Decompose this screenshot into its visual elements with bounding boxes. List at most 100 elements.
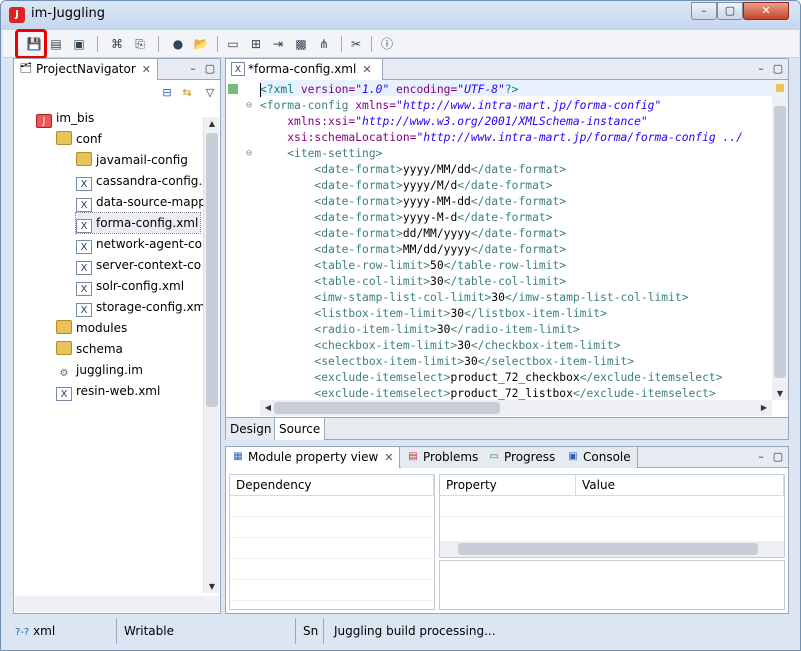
minimize-view-icon[interactable]: – bbox=[754, 450, 768, 464]
tab-forma-config[interactable]: X *forma-config.xml ✕ bbox=[226, 59, 383, 80]
code-line[interactable]: <imw-stamp-list-col-limit>30</imw-stamp-… bbox=[260, 290, 688, 306]
property-hscrollbar[interactable] bbox=[440, 541, 784, 557]
scroll-down-icon[interactable]: ▼ bbox=[204, 582, 220, 591]
tree-item[interactable]: Jim_bis bbox=[36, 108, 94, 128]
tab-project-navigator[interactable]: 🗂 ProjectNavigator ✕ bbox=[14, 59, 158, 80]
code-token: </selectbox-item-limit> bbox=[477, 355, 635, 368]
code-line[interactable]: <item-setting> bbox=[260, 146, 382, 162]
tools-icon[interactable]: ✂ bbox=[346, 34, 366, 54]
build-icon[interactable]: ● bbox=[168, 34, 188, 54]
tab-source[interactable]: Source bbox=[274, 418, 326, 440]
tree-item[interactable]: Xsolr-config.xml bbox=[76, 276, 184, 296]
table-row[interactable] bbox=[230, 517, 434, 538]
table-row[interactable] bbox=[440, 496, 784, 517]
table-row[interactable] bbox=[230, 559, 434, 580]
scroll-down-icon[interactable]: ▼ bbox=[772, 389, 788, 398]
code-line[interactable]: <date-format>yyyy-M-d</date-format> bbox=[260, 210, 552, 226]
code-line[interactable]: <?xml version="1.0" encoding="UTF-8"?> bbox=[260, 82, 518, 98]
minimize-view-icon[interactable]: – bbox=[186, 62, 200, 76]
tab-progress[interactable]: ▭ Progress bbox=[482, 447, 563, 468]
code-line[interactable]: <exclude-itemselect>product_72_listbox</… bbox=[260, 386, 715, 400]
fold-toggle-icon[interactable]: ⊖ bbox=[246, 149, 256, 159]
code-line[interactable]: <date-format>yyyy/M/d</date-format> bbox=[260, 178, 552, 194]
minimize-view-icon[interactable]: – bbox=[754, 62, 768, 76]
code-line[interactable]: <forma-config xmlns="http://www.intra-ma… bbox=[260, 98, 661, 114]
collapse-all-icon[interactable]: ⊟ bbox=[160, 86, 174, 100]
scroll-thumb[interactable] bbox=[458, 543, 758, 555]
view-menu-icon[interactable]: ▽ bbox=[203, 86, 217, 100]
info-icon[interactable]: ⓘ bbox=[377, 34, 397, 54]
code-line[interactable]: <checkbox-item-limit>30</checkbox-item-l… bbox=[260, 338, 620, 354]
save-as-icon[interactable]: ▤ bbox=[46, 34, 66, 54]
close-button[interactable]: ✕ bbox=[743, 2, 789, 20]
minimize-button[interactable]: – bbox=[691, 2, 717, 20]
code-line[interactable]: <radio-item-limit>30</radio-item-limit> bbox=[260, 322, 579, 338]
dependency-header[interactable]: Dependency bbox=[230, 475, 434, 496]
tree-item[interactable]: Xnetwork-agent-co bbox=[76, 234, 202, 254]
code-line[interactable]: <date-format>yyyy-MM-dd</date-format> bbox=[260, 194, 566, 210]
table-row[interactable] bbox=[230, 580, 434, 601]
navigator-scrollbar[interactable]: ▲ ▼ bbox=[203, 117, 219, 593]
tab-problems[interactable]: ▤ Problems bbox=[401, 447, 486, 468]
hierarchy-icon[interactable]: ⋔ bbox=[314, 34, 334, 54]
tree-item[interactable]: schema bbox=[56, 339, 123, 359]
code-line[interactable]: <date-format>dd/MM/yyyy</date-format> bbox=[260, 226, 566, 242]
editor-vscrollbar[interactable]: ▼ bbox=[772, 80, 788, 400]
scroll-up-icon[interactable]: ▲ bbox=[204, 119, 220, 128]
fold-toggle-icon[interactable]: ⊖ bbox=[246, 101, 256, 111]
property-header[interactable]: Property bbox=[440, 475, 576, 496]
close-tab-icon[interactable]: ✕ bbox=[362, 63, 371, 76]
scroll-right-icon[interactable]: ▶ bbox=[756, 403, 772, 412]
code-line[interactable]: <date-format>yyyy/MM/dd</date-format> bbox=[260, 162, 566, 178]
code-line[interactable]: xmlns:xsi="http://www.w3.org/2001/XMLSch… bbox=[260, 114, 647, 130]
code-line[interactable]: <table-row-limit>50</table-row-limit> bbox=[260, 258, 566, 274]
tree-item[interactable]: ⚙ juggling.im bbox=[56, 360, 143, 380]
code-line[interactable]: <listbox-item-limit>30</listbox-item-lim… bbox=[260, 306, 606, 322]
maximize-view-icon[interactable]: ▢ bbox=[771, 62, 785, 76]
code-line[interactable]: <date-format>MM/dd/yyyy</date-format> bbox=[260, 242, 566, 258]
add-server-icon[interactable]: ⊞ bbox=[246, 34, 266, 54]
tab-design[interactable]: Design bbox=[226, 418, 277, 440]
tree-item[interactable]: Xserver-context-co bbox=[76, 255, 201, 275]
open-folder-icon[interactable]: 📂 bbox=[191, 34, 211, 54]
scroll-thumb[interactable] bbox=[206, 133, 218, 407]
tree-item[interactable]: javamail-config bbox=[76, 150, 188, 170]
compile-icon[interactable]: ⌘ bbox=[107, 34, 127, 54]
save-all-icon[interactable]: ▣ bbox=[69, 34, 89, 54]
table-row[interactable] bbox=[230, 538, 434, 559]
value-header[interactable]: Value bbox=[576, 475, 784, 496]
xml-source-code[interactable]: <?xml version="1.0" encoding="UTF-8"?> ⊖ <… bbox=[226, 80, 772, 400]
maximize-button[interactable]: ▢ bbox=[717, 2, 743, 20]
code-line[interactable]: <selectbox-item-limit>30</selectbox-item… bbox=[260, 354, 634, 370]
image-icon[interactable]: ▩ bbox=[291, 34, 311, 54]
code-line[interactable]: xsi:schemaLocation="http://www.intra-mar… bbox=[260, 130, 743, 146]
monitor-icon[interactable]: ▭ bbox=[223, 34, 243, 54]
editor-hscrollbar[interactable]: ◀ ▶ bbox=[260, 400, 772, 416]
tree-item[interactable]: modules bbox=[56, 318, 127, 338]
tab-module-property-view[interactable]: ▦ Module property view ✕ bbox=[226, 447, 401, 468]
dependency-table[interactable]: Dependency bbox=[229, 474, 435, 610]
navigator-hscrollbar[interactable] bbox=[15, 596, 219, 612]
close-tab-icon[interactable]: ✕ bbox=[384, 451, 393, 464]
deploy-icon[interactable]: ⎘ bbox=[130, 34, 150, 54]
tree-item[interactable]: Xstorage-config.xm bbox=[76, 297, 205, 317]
scroll-thumb[interactable] bbox=[774, 106, 786, 378]
tree-item[interactable]: Xresin-web.xml bbox=[56, 381, 160, 401]
tree-item[interactable]: conf bbox=[56, 129, 102, 149]
maximize-view-icon[interactable]: ▢ bbox=[771, 450, 785, 464]
tree-item[interactable]: Xforma-config.xml bbox=[74, 212, 202, 234]
close-tab-icon[interactable]: ✕ bbox=[142, 63, 151, 76]
table-row[interactable] bbox=[230, 496, 434, 517]
scroll-thumb[interactable] bbox=[274, 402, 500, 414]
code-line[interactable]: <table-col-limit>30</table-col-limit> bbox=[260, 274, 566, 290]
tree-item[interactable]: Xdata-source-mapp bbox=[76, 192, 206, 212]
link-editor-icon[interactable]: ⇆ bbox=[180, 86, 194, 100]
property-table[interactable]: Property Value bbox=[439, 474, 785, 558]
tab-console[interactable]: ▣ Console bbox=[561, 447, 638, 468]
code-line[interactable]: <exclude-itemselect>product_72_checkbox<… bbox=[260, 370, 722, 386]
maximize-view-icon[interactable]: ▢ bbox=[203, 62, 217, 76]
tree-item[interactable]: Xcassandra-config.x bbox=[76, 171, 209, 191]
property-detail-area[interactable] bbox=[439, 560, 785, 610]
export-icon[interactable]: ⇥ bbox=[268, 34, 288, 54]
title-bar[interactable]: J im-Juggling – ▢ ✕ bbox=[1, 1, 800, 30]
